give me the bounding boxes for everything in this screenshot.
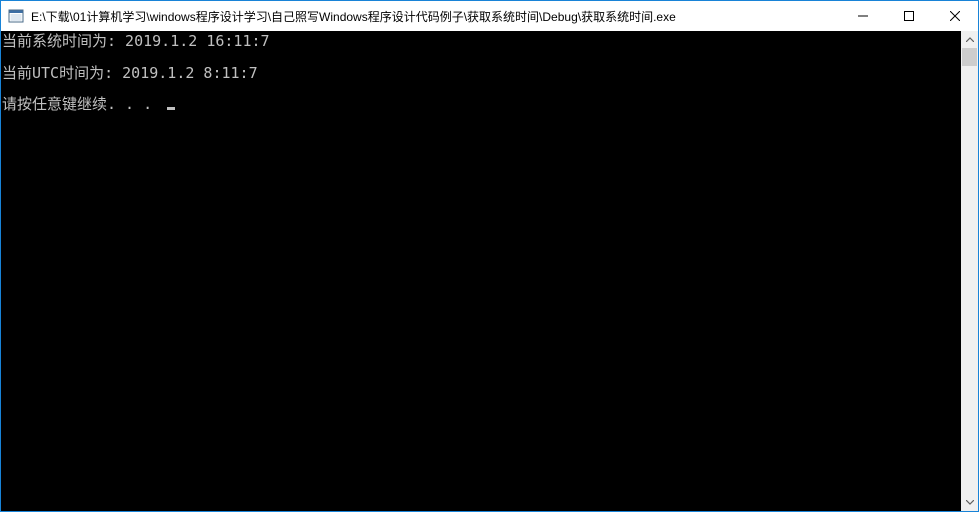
maximize-button[interactable] bbox=[886, 1, 932, 31]
console-window: E:\下载\01计算机学习\windows程序设计学习\自己照写Windows程… bbox=[0, 0, 979, 512]
chevron-up-icon bbox=[965, 37, 974, 42]
console-line-prompt: 请按任意键继续. . . bbox=[2, 95, 176, 113]
window-title: E:\下载\01计算机学习\windows程序设计学习\自己照写Windows程… bbox=[31, 9, 676, 24]
maximize-icon bbox=[904, 11, 914, 21]
title-bar[interactable]: E:\下载\01计算机学习\windows程序设计学习\自己照写Windows程… bbox=[1, 1, 978, 31]
scrollbar-thumb[interactable] bbox=[962, 48, 977, 66]
console-line-system-time: 当前系统时间为: 2019.1.2 16:11:7 bbox=[2, 32, 270, 50]
console-output[interactable]: 当前系统时间为: 2019.1.2 16:11:7 当前UTC时间为: 2019… bbox=[1, 31, 962, 511]
chevron-down-icon bbox=[965, 500, 974, 505]
vertical-scrollbar[interactable] bbox=[961, 31, 978, 511]
text-cursor bbox=[167, 107, 176, 110]
scroll-up-button[interactable] bbox=[961, 31, 978, 48]
minimize-icon bbox=[858, 15, 868, 17]
scroll-down-button[interactable] bbox=[961, 494, 978, 511]
console-line-utc-time: 当前UTC时间为: 2019.1.2 8:11:7 bbox=[2, 64, 258, 82]
close-icon bbox=[950, 11, 960, 21]
minimize-button[interactable] bbox=[840, 1, 886, 31]
close-button[interactable] bbox=[932, 1, 978, 31]
console-app-icon[interactable] bbox=[8, 8, 24, 24]
prompt-text: 请按任意键继续. . . bbox=[2, 95, 162, 113]
